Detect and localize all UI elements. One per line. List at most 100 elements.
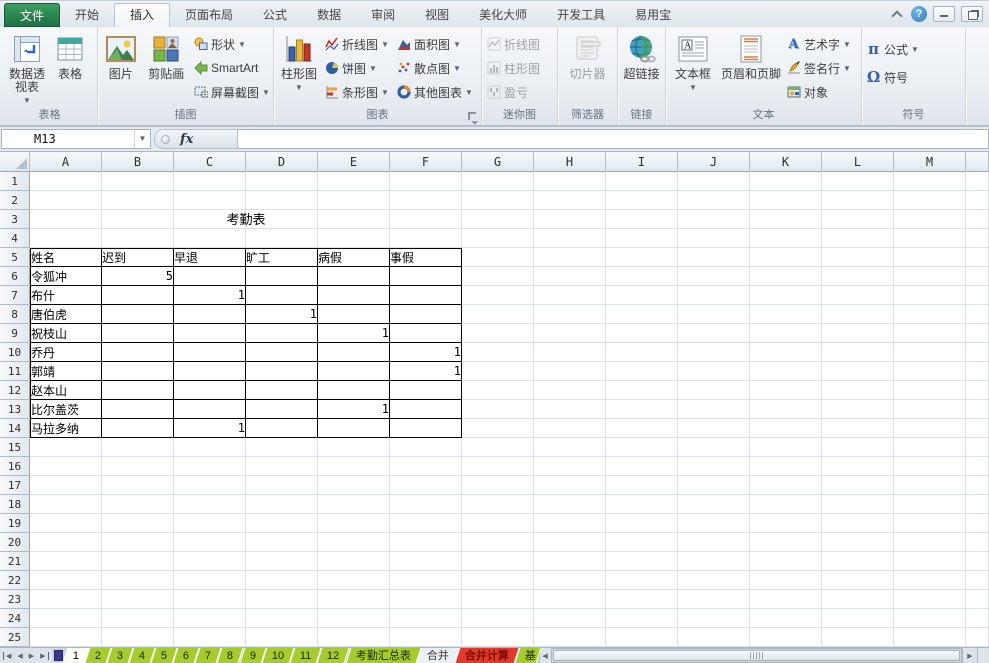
- cell-F10[interactable]: 1: [390, 343, 462, 362]
- last-sheet-icon[interactable]: ▶: [38, 652, 48, 660]
- cell-H13[interactable]: [534, 400, 606, 419]
- column-header-partial[interactable]: [966, 152, 989, 172]
- cell-C6[interactable]: [174, 267, 246, 286]
- cell-F13[interactable]: [390, 400, 462, 419]
- cell-B13[interactable]: [102, 400, 174, 419]
- cell-I25[interactable]: [606, 628, 678, 647]
- cell-G18[interactable]: [462, 495, 534, 514]
- row-header-13[interactable]: 13: [0, 400, 30, 419]
- row-header-9[interactable]: 9: [0, 324, 30, 343]
- cell-I1[interactable]: [606, 172, 678, 191]
- cell-B21[interactable]: [102, 552, 174, 571]
- prev-sheet-icon[interactable]: ◀: [15, 652, 24, 660]
- cell-partial-13[interactable]: [966, 400, 989, 419]
- cell-K21[interactable]: [750, 552, 822, 571]
- cell-partial-5[interactable]: [966, 248, 989, 267]
- insert-function-icon[interactable]: fx: [180, 132, 193, 147]
- cell-A6[interactable]: 令狐冲: [30, 267, 102, 286]
- cell-I8[interactable]: [606, 305, 678, 324]
- cell-I14[interactable]: [606, 419, 678, 438]
- cell-H22[interactable]: [534, 571, 606, 590]
- cell-C10[interactable]: [174, 343, 246, 362]
- ribbon-tab-6[interactable]: 审阅: [356, 4, 410, 27]
- cell-G8[interactable]: [462, 305, 534, 324]
- cell-B18[interactable]: [102, 495, 174, 514]
- cell-M23[interactable]: [894, 590, 966, 609]
- cell-C12[interactable]: [174, 381, 246, 400]
- cell-C21[interactable]: [174, 552, 246, 571]
- scroll-right-icon[interactable]: ▶: [962, 648, 977, 663]
- cell-A8[interactable]: 唐伯虎: [30, 305, 102, 324]
- cell-J20[interactable]: [678, 533, 750, 552]
- cell-L5[interactable]: [822, 248, 894, 267]
- cell-H8[interactable]: [534, 305, 606, 324]
- cell-M19[interactable]: [894, 514, 966, 533]
- cell-K25[interactable]: [750, 628, 822, 647]
- cell-C1[interactable]: [174, 172, 246, 191]
- cell-G20[interactable]: [462, 533, 534, 552]
- cell-E24[interactable]: [318, 609, 390, 628]
- cell-C15[interactable]: [174, 438, 246, 457]
- cell-M11[interactable]: [894, 362, 966, 381]
- sheet-tab-16[interactable]: 基: [514, 648, 541, 663]
- cell-partial-21[interactable]: [966, 552, 989, 571]
- headerfooter-button[interactable]: 页眉和页脚: [718, 30, 784, 106]
- cell-E17[interactable]: [318, 476, 390, 495]
- cell-K8[interactable]: [750, 305, 822, 324]
- cell-partial-18[interactable]: [966, 495, 989, 514]
- cell-J11[interactable]: [678, 362, 750, 381]
- cell-D8[interactable]: 1: [246, 305, 318, 324]
- cell-A4[interactable]: [30, 229, 102, 248]
- cell-K2[interactable]: [750, 191, 822, 210]
- cell-M5[interactable]: [894, 248, 966, 267]
- cell-A12[interactable]: 赵本山: [30, 381, 102, 400]
- column-header-G[interactable]: G: [462, 152, 534, 172]
- cell-H10[interactable]: [534, 343, 606, 362]
- cell-A20[interactable]: [30, 533, 102, 552]
- cell-C7[interactable]: 1: [174, 286, 246, 305]
- cell-F9[interactable]: [390, 324, 462, 343]
- cell-H17[interactable]: [534, 476, 606, 495]
- cell-partial-16[interactable]: [966, 457, 989, 476]
- cell-J10[interactable]: [678, 343, 750, 362]
- cell-D5[interactable]: 旷工: [246, 248, 318, 267]
- cell-I19[interactable]: [606, 514, 678, 533]
- pivottable-button[interactable]: 数据透视表 ▼: [4, 30, 50, 106]
- cell-D10[interactable]: [246, 343, 318, 362]
- cell-I16[interactable]: [606, 457, 678, 476]
- wordart-button[interactable]: A 艺术字▼: [784, 33, 854, 55]
- cell-L22[interactable]: [822, 571, 894, 590]
- pie-chart-button[interactable]: 饼图▼: [322, 57, 394, 79]
- cell-B15[interactable]: [102, 438, 174, 457]
- cell-L10[interactable]: [822, 343, 894, 362]
- cell-F18[interactable]: [390, 495, 462, 514]
- cell-I22[interactable]: [606, 571, 678, 590]
- cell-K24[interactable]: [750, 609, 822, 628]
- cell-A3[interactable]: [30, 210, 102, 229]
- row-header-12[interactable]: 12: [0, 381, 30, 400]
- column-header-E[interactable]: E: [318, 152, 390, 172]
- cell-H23[interactable]: [534, 590, 606, 609]
- cell-A2[interactable]: [30, 191, 102, 210]
- row-header-6[interactable]: 6: [0, 267, 30, 286]
- cell-I17[interactable]: [606, 476, 678, 495]
- cell-C23[interactable]: [174, 590, 246, 609]
- cell-K18[interactable]: [750, 495, 822, 514]
- cell-I6[interactable]: [606, 267, 678, 286]
- shapes-button[interactable]: 形状▼: [191, 33, 271, 55]
- row-header-8[interactable]: 8: [0, 305, 30, 324]
- cell-H7[interactable]: [534, 286, 606, 305]
- row-header-16[interactable]: 16: [0, 457, 30, 476]
- cell-F24[interactable]: [390, 609, 462, 628]
- cell-partial-19[interactable]: [966, 514, 989, 533]
- cell-K23[interactable]: [750, 590, 822, 609]
- cell-I18[interactable]: [606, 495, 678, 514]
- cell-A17[interactable]: [30, 476, 102, 495]
- cell-partial-6[interactable]: [966, 267, 989, 286]
- cell-F20[interactable]: [390, 533, 462, 552]
- cell-H21[interactable]: [534, 552, 606, 571]
- row-header-17[interactable]: 17: [0, 476, 30, 495]
- cell-E10[interactable]: [318, 343, 390, 362]
- cell-B1[interactable]: [102, 172, 174, 191]
- cell-G6[interactable]: [462, 267, 534, 286]
